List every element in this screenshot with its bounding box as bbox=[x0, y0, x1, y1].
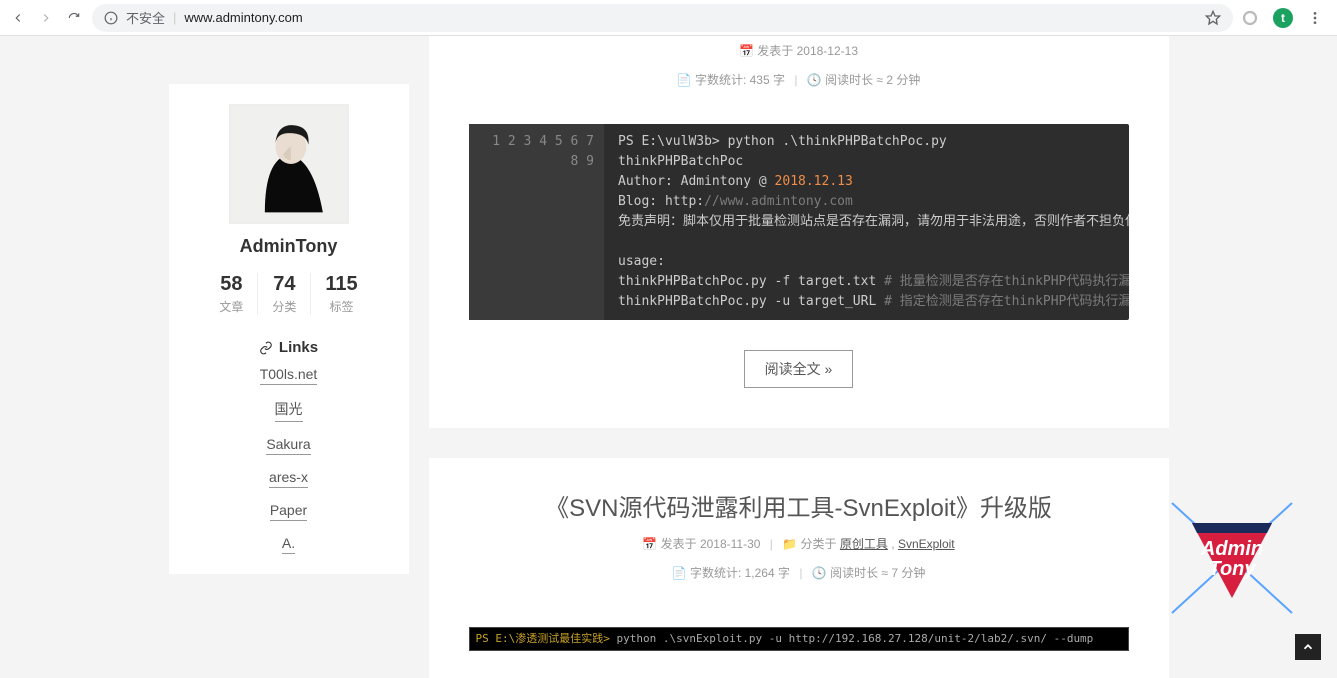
site-name: AdminTony bbox=[189, 236, 389, 257]
forward-button[interactable] bbox=[36, 8, 56, 28]
star-icon[interactable] bbox=[1205, 10, 1221, 26]
code-gutter: 1 2 3 4 5 6 7 8 9 bbox=[469, 124, 605, 320]
link-icon bbox=[259, 341, 273, 355]
stat-tags[interactable]: 115 标签 bbox=[310, 273, 371, 315]
svg-text:Tony: Tony bbox=[1208, 558, 1256, 580]
back-to-top-button[interactable] bbox=[1295, 634, 1321, 660]
menu-icon[interactable] bbox=[1307, 10, 1323, 26]
profile-avatar[interactable]: t bbox=[1273, 8, 1293, 28]
read-more-button[interactable]: 阅读全文 » bbox=[744, 350, 854, 388]
stat-posts[interactable]: 58 文章 bbox=[205, 273, 257, 315]
back-button[interactable] bbox=[8, 8, 28, 28]
category-link[interactable]: 原创工具 bbox=[840, 537, 888, 551]
reload-button[interactable] bbox=[64, 8, 84, 28]
link-item[interactable]: 国光 bbox=[275, 399, 303, 422]
links-heading: Links bbox=[189, 339, 389, 356]
article: 《SVN源代码泄露利用工具-SvnExploit》升级版 📅 发表于 2018-… bbox=[429, 458, 1169, 678]
extension-icon[interactable] bbox=[1241, 9, 1259, 27]
sidebar: AdminTony 58 文章 74 分类 115 标签 Links bbox=[169, 84, 409, 574]
stat-categories[interactable]: 74 分类 bbox=[257, 273, 310, 315]
link-item[interactable]: T00ls.net bbox=[260, 366, 318, 385]
page-content: AdminTony 58 文章 74 分类 115 标签 Links bbox=[0, 36, 1337, 678]
link-item[interactable]: Sakura bbox=[266, 436, 310, 455]
code-content[interactable]: PS E:\vulW3b> python .\thinkPHPBatchPoc.… bbox=[604, 124, 1129, 320]
site-avatar bbox=[229, 104, 349, 224]
article-meta: 📅 发表于 2018-12-13 bbox=[469, 36, 1129, 65]
category-link[interactable]: SvnExploit bbox=[898, 537, 955, 551]
terminal-block: PS E:\渗透测试最佳实践> python .\svnExploit.py -… bbox=[469, 627, 1129, 651]
link-item[interactable]: ares-x bbox=[269, 469, 308, 488]
address-bar[interactable]: 不安全 | www.admintony.com bbox=[92, 4, 1233, 32]
svg-text:Admin: Admin bbox=[1200, 538, 1263, 560]
main-column: 📅 发表于 2018-12-13 📄 字数统计: 435 字 | 🕓 阅读时长 … bbox=[429, 36, 1169, 678]
chevron-up-icon bbox=[1301, 640, 1315, 654]
article-meta-line2: 📄 字数统计: 1,264 字 | 🕓 阅读时长 ≈ 7 分钟 bbox=[469, 558, 1129, 587]
article-meta-line2: 📄 字数统计: 435 字 | 🕓 阅读时长 ≈ 2 分钟 bbox=[469, 65, 1129, 94]
article-title[interactable]: 《SVN源代码泄露利用工具-SvnExploit》升级版 bbox=[469, 458, 1129, 529]
link-item[interactable]: A. bbox=[282, 535, 295, 554]
insecure-label: 不安全 bbox=[126, 8, 165, 27]
info-icon bbox=[104, 11, 118, 25]
code-block: 1 2 3 4 5 6 7 8 9 PS E:\vulW3b> python .… bbox=[469, 124, 1129, 320]
article-meta: 📅 发表于 2018-11-30 | 📁 分类于 原创工具 , SvnExplo… bbox=[469, 529, 1129, 558]
url-text: www.admintony.com bbox=[184, 10, 302, 25]
browser-toolbar: 不安全 | www.admintony.com t bbox=[0, 0, 1337, 36]
link-item[interactable]: Paper bbox=[270, 502, 307, 521]
article: 📅 发表于 2018-12-13 📄 字数统计: 435 字 | 🕓 阅读时长 … bbox=[429, 36, 1169, 428]
floating-logo: Admin Tony bbox=[1162, 493, 1302, 623]
